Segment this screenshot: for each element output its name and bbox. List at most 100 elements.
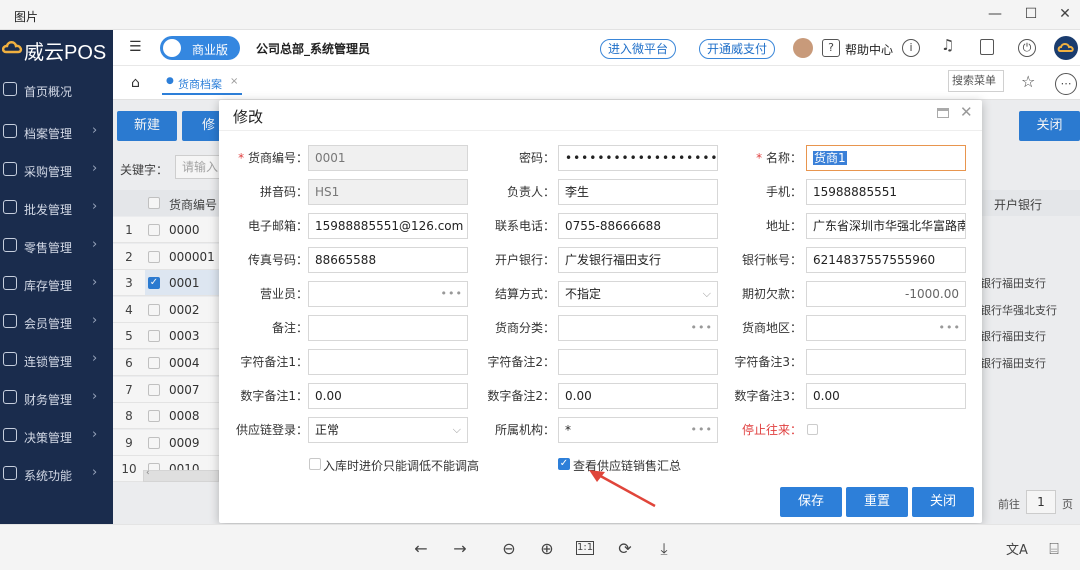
account-input[interactable]: 6214837557555960 [806, 247, 966, 273]
stop-dealing-checkbox[interactable] [807, 424, 818, 435]
avatar[interactable] [793, 38, 813, 58]
minimize-icon[interactable]: — [980, 4, 1010, 26]
more-icon[interactable]: ⋯ [1055, 73, 1077, 95]
download-icon[interactable]: ⤓ [653, 539, 675, 559]
lock-icon[interactable] [980, 39, 994, 55]
maximize-icon[interactable]: ☐ [1016, 4, 1046, 26]
help-icon[interactable]: ? [822, 39, 840, 57]
price-lock-checkbox[interactable] [309, 458, 321, 470]
chevron-down-icon[interactable]: ⌵ [703, 282, 711, 306]
input-value: 货商1 [813, 151, 847, 165]
supply-summary-checkbox[interactable]: ✓ [558, 458, 570, 470]
collapse-menu-icon[interactable]: ☰ [129, 39, 142, 55]
lookup-icon[interactable]: ••• [691, 316, 713, 340]
wei-pay-link[interactable]: 开通威支付 [699, 39, 775, 59]
home-icon[interactable]: ⌂ [131, 75, 140, 91]
field-label-text: 地址： [765, 219, 802, 233]
text-extract-icon[interactable]: ⌸ [1043, 539, 1065, 559]
num3-input[interactable]: 0.00 [806, 383, 966, 409]
sidebar-item-7[interactable]: 连锁管理 › [0, 341, 113, 379]
input-value: 李生 [565, 185, 590, 199]
name-input[interactable]: 货商1 [806, 145, 966, 171]
email-input[interactable]: 15988885551@126.com [308, 213, 468, 239]
category-input[interactable]: ••• [558, 315, 718, 341]
sidebar-item-6[interactable]: 会员管理 › [0, 303, 113, 341]
str1-label: 字符备注1： [222, 349, 308, 375]
tab-supplier-archive[interactable]: ● 货商档案 × [162, 73, 242, 95]
search-menu-input[interactable]: 搜索菜单 [948, 70, 1004, 92]
lookup-icon[interactable]: ••• [939, 316, 961, 340]
close-dialog-button[interactable]: 关闭 [912, 487, 974, 517]
mobile-input[interactable]: 15988885551 [806, 179, 966, 205]
translate-icon[interactable]: 文A [1006, 539, 1028, 558]
bell-icon[interactable]: ♫ [941, 36, 954, 54]
str2-input[interactable] [558, 349, 718, 375]
close-window-icon[interactable]: ✕ [1050, 4, 1080, 26]
lookup-icon[interactable]: ••• [441, 282, 463, 306]
num1-input[interactable]: 0.00 [308, 383, 468, 409]
sidebar-item-label: 批发管理 [24, 203, 73, 217]
sidebar-item-5[interactable]: 库存管理 › [0, 265, 113, 303]
owner-input[interactable]: 李生 [558, 179, 718, 205]
info-icon[interactable]: i [902, 39, 920, 57]
supply-login-input[interactable]: 正常 ⌵ [308, 417, 468, 443]
sidebar-item-label: 首页概况 [24, 85, 73, 99]
field-label-text: 数字备注2： [487, 389, 555, 403]
tab-close-icon[interactable]: × [230, 76, 238, 87]
num2-input[interactable]: 0.00 [558, 383, 718, 409]
tab-label: 货商档案 [178, 78, 222, 91]
input-value: 0001 [315, 151, 346, 165]
chevron-down-icon[interactable]: ⌵ [453, 418, 461, 442]
settle-input[interactable]: 不指定 ⌵ [558, 281, 718, 307]
fax-input[interactable]: 88665588 [308, 247, 468, 273]
actual-size-icon[interactable]: 1:1 [576, 541, 594, 555]
power-icon[interactable]: ⏻ [1018, 39, 1036, 57]
sidebar-item-4[interactable]: 零售管理 › [0, 227, 113, 265]
sidebar-item-label: 库存管理 [24, 279, 73, 293]
password-input[interactable]: •••••••••••••••••••••••• [558, 145, 718, 171]
lookup-icon[interactable]: ••• [691, 418, 713, 442]
str3-input[interactable] [806, 349, 966, 375]
prev-icon[interactable]: ← [410, 539, 432, 558]
str1-input[interactable] [308, 349, 468, 375]
phone-input[interactable]: 0755-88666688 [558, 213, 718, 239]
code-label: * 货商编号： [222, 145, 308, 171]
input-value: 0.00 [315, 389, 342, 403]
field-label-text: 拼音码： [259, 185, 308, 199]
dialog-maximize-icon[interactable] [937, 108, 949, 118]
input-value: -1000.00 [905, 287, 959, 301]
chevron-right-icon: › [92, 351, 98, 366]
zoom-out-icon[interactable]: ⊖ [498, 539, 520, 558]
edition-badge: 商业版 [160, 36, 240, 60]
dialog-close-icon[interactable]: ✕ [960, 103, 973, 121]
opening-input[interactable]: -1000.00 [806, 281, 966, 307]
sidebar-item-0[interactable]: 首页概况 [0, 71, 113, 109]
remark-input[interactable] [308, 315, 468, 341]
sidebar-item-1[interactable]: 档案管理 › [0, 113, 113, 151]
sidebar-item-10[interactable]: 系统功能 › [0, 455, 113, 493]
next-icon[interactable]: → [449, 539, 471, 558]
field-label-text: 联系电话： [494, 219, 555, 233]
chevron-right-icon: › [92, 465, 98, 480]
reset-button[interactable]: 重置 [846, 487, 908, 517]
address-input[interactable]: 广东省深圳市华强北华富路南 [806, 213, 966, 239]
sidebar-item-9[interactable]: 决策管理 › [0, 417, 113, 455]
star-icon[interactable]: ☆ [1021, 72, 1035, 91]
field-label-text: 开户银行： [494, 253, 555, 267]
salesman-input[interactable]: ••• [308, 281, 468, 307]
org-input[interactable]: * ••• [558, 417, 718, 443]
sidebar-item-2[interactable]: 采购管理 › [0, 151, 113, 189]
code-input[interactable]: 0001 [308, 145, 468, 171]
chevron-right-icon: › [92, 427, 98, 442]
sidebar-item-3[interactable]: 批发管理 › [0, 189, 113, 227]
sidebar-item-8[interactable]: 财务管理 › [0, 379, 113, 417]
zoom-in-icon[interactable]: ⊕ [536, 539, 558, 558]
region-input[interactable]: ••• [806, 315, 966, 341]
save-button[interactable]: 保存 [780, 487, 842, 517]
brand-icon[interactable] [1054, 36, 1078, 60]
micro-platform-link[interactable]: 进入微平台 [600, 39, 676, 59]
bank-input[interactable]: 广发银行福田支行 [558, 247, 718, 273]
pinyin-input[interactable]: HS1 [308, 179, 468, 205]
rotate-icon[interactable]: ⟳ [614, 539, 636, 558]
help-center-link[interactable]: 帮助中心 [845, 41, 893, 58]
